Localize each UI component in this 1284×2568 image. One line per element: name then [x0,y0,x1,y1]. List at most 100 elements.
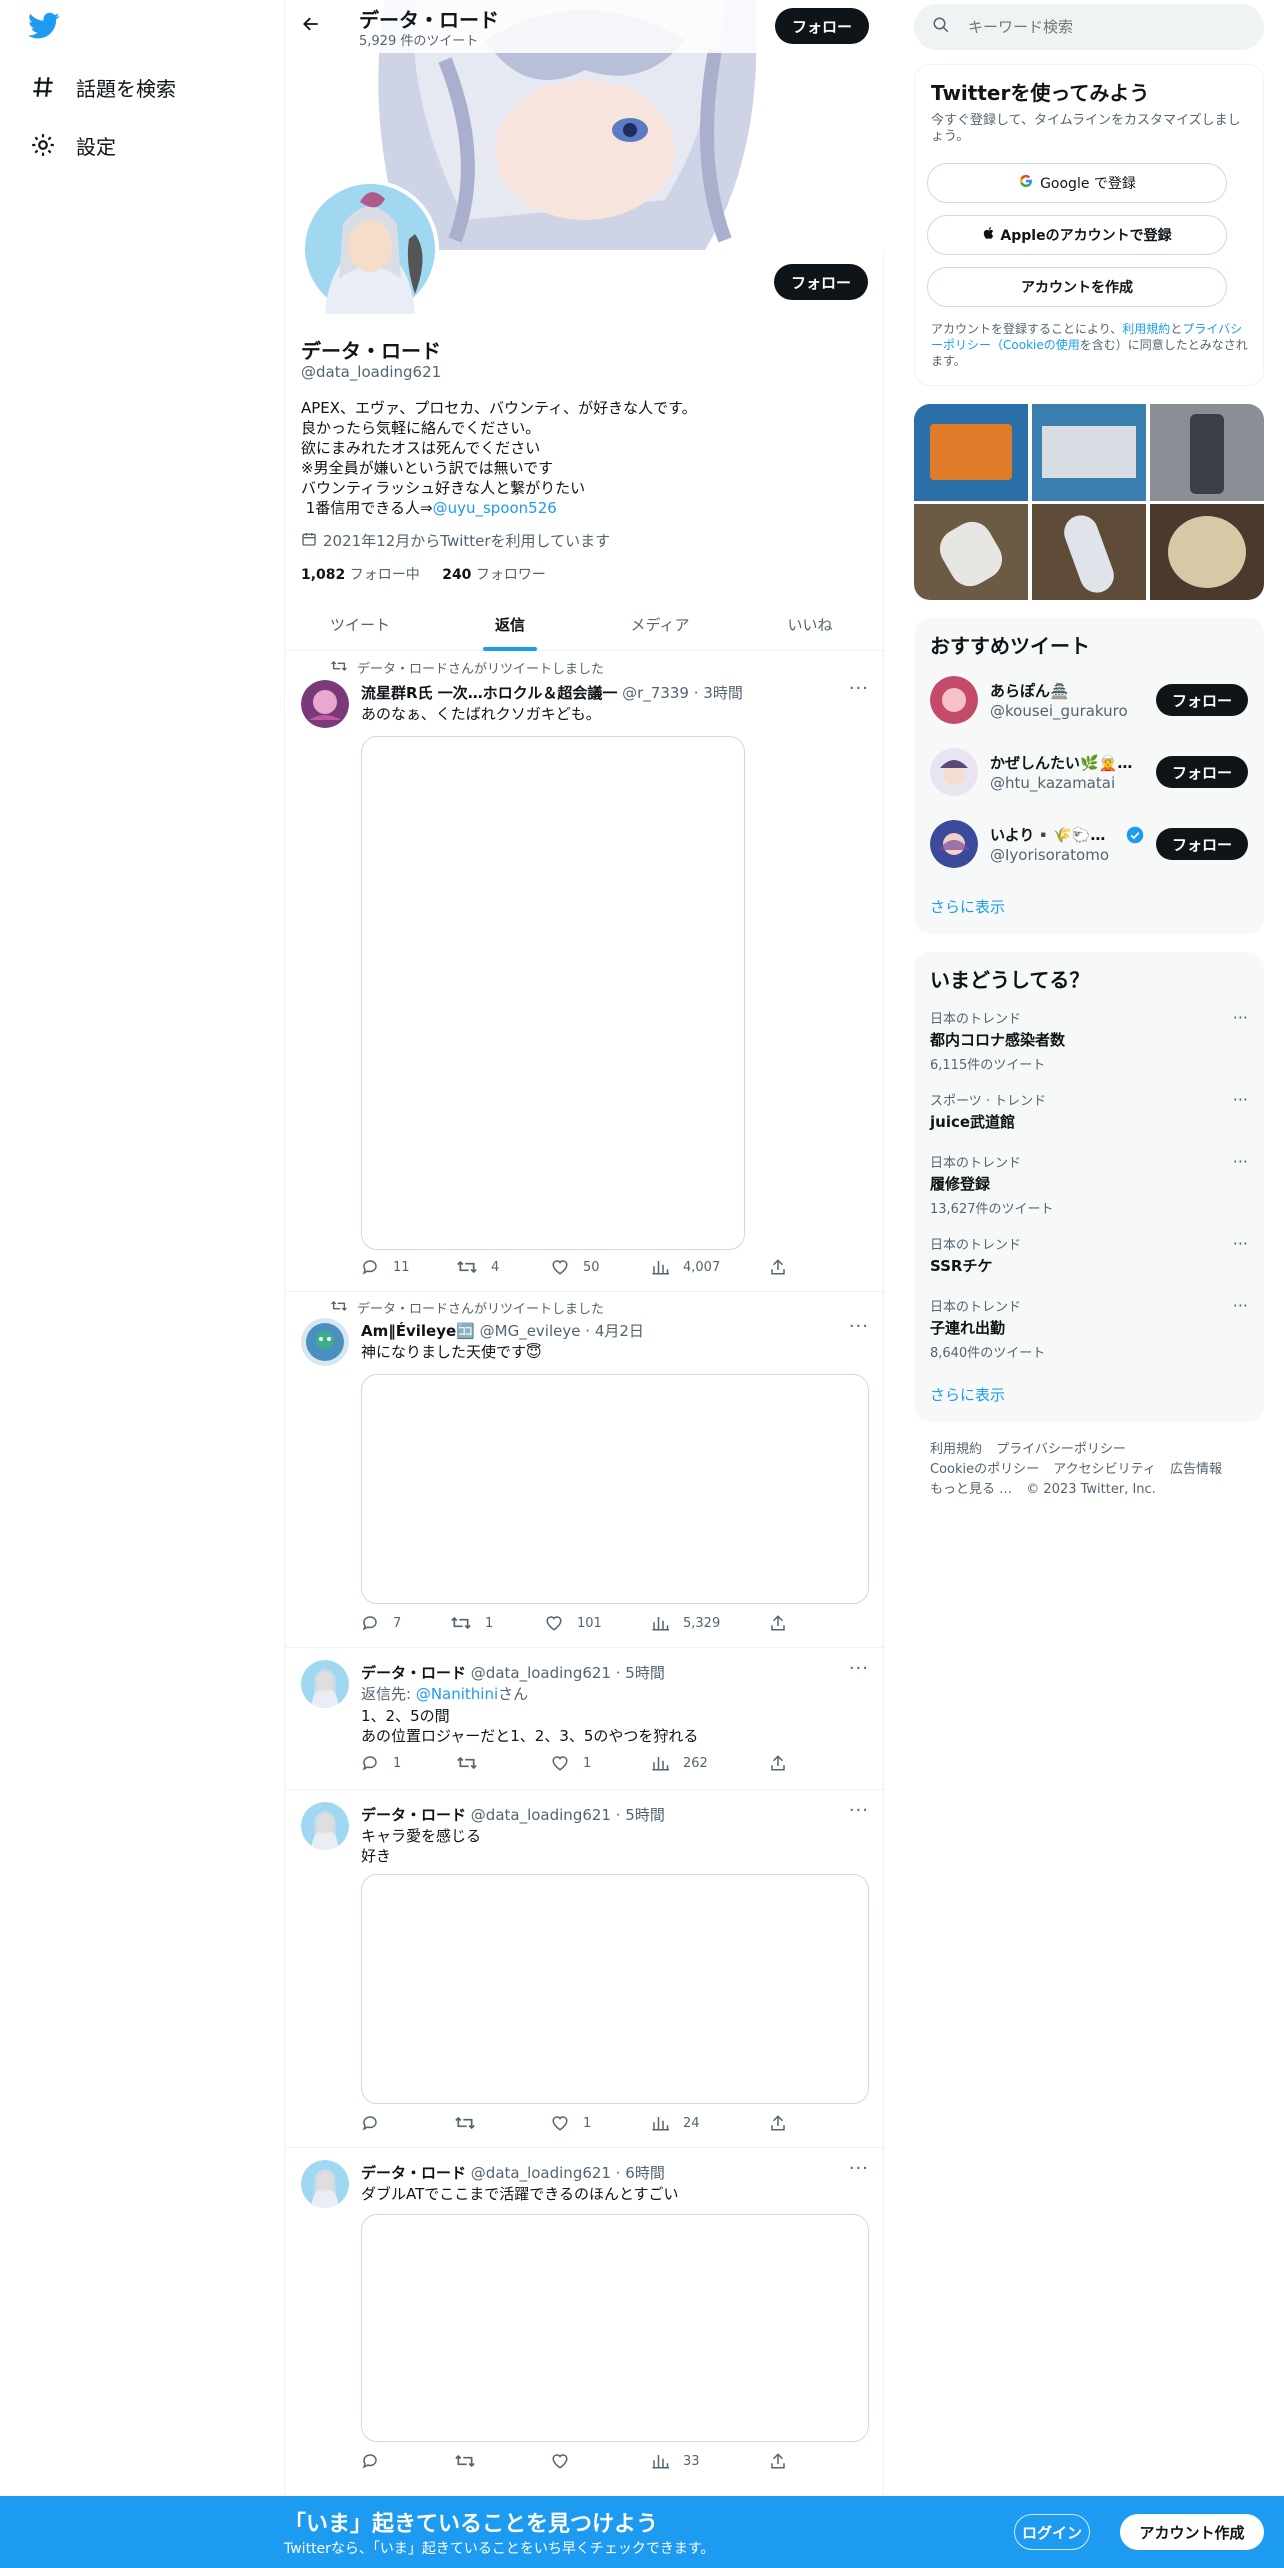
tweet-media[interactable] [361,2214,869,2442]
profile-follow-button[interactable]: フォロー [774,264,868,300]
tweet-author-name[interactable]: 流星群R氏 一次…ホロクル＆超会議一 [361,684,617,702]
footer-more-link[interactable]: もっと見る … [930,1482,1012,1497]
avatar[interactable] [301,680,349,728]
views-button[interactable]: 4,007 [651,1258,720,1276]
followers-link[interactable]: 240 フォロワー [442,567,546,583]
views-button[interactable]: 24 [651,2114,700,2132]
views-button[interactable]: 262 [651,1754,708,1772]
cookie-link[interactable]: （Cookieの使用 [991,338,1080,352]
search-input[interactable] [968,18,1228,36]
avatar[interactable] [301,1660,349,1708]
follow-button[interactable]: フォロー [1156,684,1248,716]
media-thumbnail[interactable] [914,504,1028,600]
tweet-author-name[interactable]: データ・ロード [361,1664,466,1682]
twitter-logo-icon[interactable] [28,12,68,44]
login-button[interactable]: ログイン [1014,2514,1090,2550]
follow-button[interactable]: フォロー [1156,756,1248,788]
trend-item[interactable]: 日本のトレンド SSRチケ ··· [930,1234,1248,1276]
avatar[interactable] [930,820,978,868]
reply-button[interactable]: 11 [361,1258,410,1276]
follow-button[interactable]: フォロー [1156,828,1248,860]
google-signup-button[interactable]: Google で登録 [927,163,1227,203]
more-icon[interactable]: ··· [849,1800,869,1821]
tweet-author-name[interactable]: データ・ロード [361,2164,466,2182]
footer-link[interactable]: 利用規約 [930,1442,982,1457]
like-button[interactable]: 1 [551,2114,591,2132]
tweet-author-handle[interactable]: @r_7339 [622,684,689,702]
trend-item[interactable]: 日本のトレンド 都内コロナ感染者数 6,115件のツイート ··· [930,1008,1248,1073]
trend-item[interactable]: スポーツ · トレンド juice武道館 ··· [930,1090,1248,1132]
reply-button[interactable] [361,2114,393,2132]
trend-item[interactable]: 日本のトレンド 履修登録 13,627件のツイート ··· [930,1152,1248,1217]
reply-to-link[interactable]: @Nanithini [416,1685,498,1703]
back-arrow-icon[interactable] [301,14,325,38]
nav-settings[interactable]: 設定 [28,125,116,165]
apple-signup-button[interactable]: Appleのアカウントで登録 [927,215,1227,255]
tweet-author-handle[interactable]: @data_loading621 [471,1806,611,1824]
avatar[interactable] [930,676,978,724]
more-icon[interactable]: ··· [1233,1152,1248,1171]
retweet-button[interactable]: 1 [451,1614,493,1632]
more-icon[interactable]: ··· [849,1316,869,1337]
search-box[interactable] [914,4,1264,50]
retweet-button[interactable]: 4 [457,1258,499,1276]
footer-link[interactable]: Cookieのポリシー [930,1462,1039,1477]
tweet-author-name[interactable]: Am‖Évileye🈁 [361,1322,475,1340]
terms-link[interactable]: 利用規約 [1122,322,1170,336]
views-button[interactable]: 5,329 [651,1614,720,1632]
more-icon[interactable]: ··· [849,678,869,699]
tweet-media[interactable] [361,1874,869,2104]
tab-media[interactable]: メディア [585,598,735,651]
following-link[interactable]: 1,082 フォロー中 [301,567,420,583]
retweet-button[interactable] [455,2114,489,2132]
recommended-user[interactable]: いより▪️🌾🐑… @Iyorisoratomo フォロー [930,816,1248,872]
avatar[interactable] [301,1802,349,1850]
tweet-time[interactable]: 6時間 [625,2164,665,2182]
like-button[interactable]: 50 [551,1258,600,1276]
tab-likes[interactable]: いいね [735,598,885,651]
tweet-time[interactable]: 5時間 [625,1806,665,1824]
tweet[interactable]: データ・ロードさんがリツイートしました Am‖Évileye🈁 @MG_evil… [285,1292,885,1648]
tweet-author-name[interactable]: データ・ロード [361,1806,466,1824]
tweet-time[interactable]: 4月2日 [595,1322,644,1340]
tweet[interactable]: データ・ロード @data_loading621 · 5時間 ··· 返信先: … [285,1648,885,1790]
tweet[interactable]: データ・ロードさんがリツイートしました 流星群R氏 一次…ホロクル＆超会議一 @… [285,652,885,1292]
share-button[interactable] [769,2452,801,2470]
tweet-media[interactable] [361,736,745,1250]
avatar[interactable] [930,748,978,796]
reply-button[interactable]: 7 [361,1614,401,1632]
trends-show-more[interactable]: さらに表示 [930,1384,1005,1405]
retweet-button[interactable] [457,1754,491,1772]
create-account-button[interactable]: アカウントを作成 [927,267,1227,307]
media-thumbnail[interactable] [1150,404,1264,501]
tab-replies[interactable]: 返信 [435,598,585,651]
like-button[interactable]: 1 [551,1754,591,1772]
header-follow-button[interactable]: フォロー [775,8,869,44]
tweet[interactable]: データ・ロード @data_loading621 · 6時間 ··· ダブルAT… [285,2148,885,2496]
tab-tweets[interactable]: ツイート [285,598,435,651]
bio-mention-link[interactable]: @uyu_spoon526 [433,499,557,517]
reply-button[interactable] [361,2452,393,2470]
media-thumbnail[interactable] [1150,504,1264,600]
tweet[interactable]: データ・ロード @data_loading621 · 5時間 ··· キャラ愛を… [285,1790,885,2148]
nav-explore[interactable]: 話題を検索 [28,67,176,107]
share-button[interactable] [769,2114,801,2132]
like-button[interactable]: 101 [545,1614,602,1632]
share-button[interactable] [769,1258,801,1276]
avatar[interactable] [301,2160,349,2208]
signup-button[interactable]: アカウント作成 [1120,2514,1264,2550]
recommended-user[interactable]: あらぽん🏯 @kousei_gurakuro フォロー [930,672,1248,728]
trend-item[interactable]: 日本のトレンド 子連れ出勤 8,640件のツイート ··· [930,1296,1248,1361]
retweet-button[interactable] [455,2452,489,2470]
tweet-time[interactable]: 5時間 [625,1664,665,1682]
share-button[interactable] [769,1614,801,1632]
tweet-author-handle[interactable]: @MG_evileye [480,1322,581,1340]
tweet-time[interactable]: 3時間 [703,684,743,702]
media-thumbnail[interactable] [1032,404,1146,501]
recommended-show-more[interactable]: さらに表示 [930,896,1005,917]
footer-link[interactable]: アクセシビリティ [1053,1462,1156,1477]
tweet-media[interactable] [361,1374,869,1604]
media-thumbnail[interactable] [914,404,1028,501]
recommended-user[interactable]: かぜしんたい🌿🧝… @htu_kazamatai フォロー [930,744,1248,800]
more-icon[interactable]: ··· [849,2158,869,2179]
